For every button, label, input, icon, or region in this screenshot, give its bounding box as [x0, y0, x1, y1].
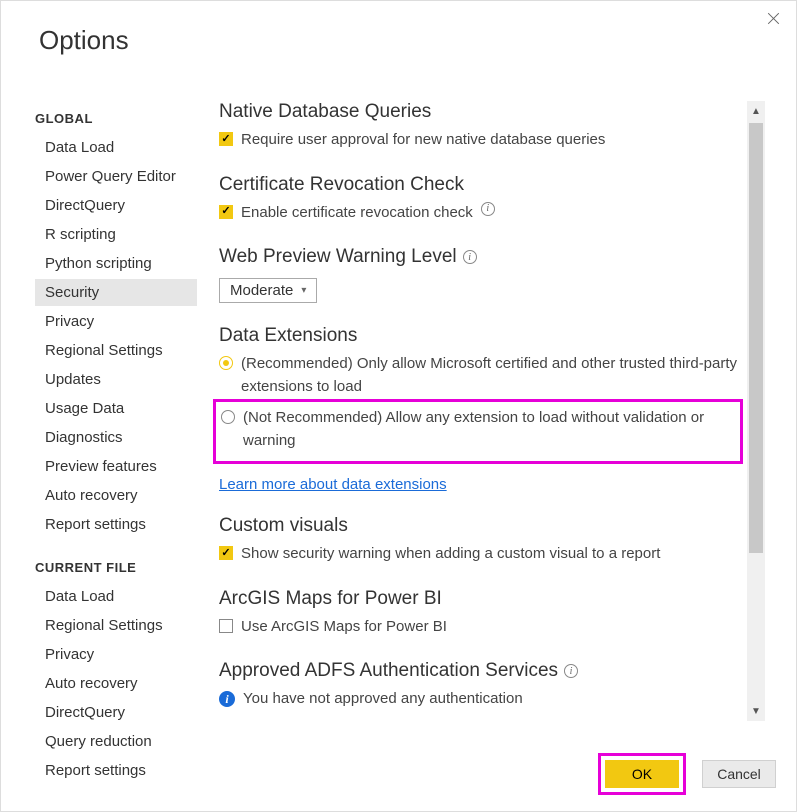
label-arcgis: Use ArcGIS Maps for Power BI	[241, 616, 447, 639]
info-icon: i	[219, 691, 235, 707]
sidebar-item-usage-data[interactable]: Usage Data	[35, 395, 197, 422]
section-data-extensions: Data Extensions (Recommended) Only allow…	[219, 325, 741, 493]
sidebar-item-directquery[interactable]: DirectQuery	[35, 192, 197, 219]
radio-recommended[interactable]	[219, 356, 233, 370]
sidebar-item-data-load[interactable]: Data Load	[35, 134, 197, 161]
info-icon[interactable]: i	[564, 664, 578, 678]
label-require-approval: Require user approval for new native dat…	[241, 129, 605, 152]
scroll-down-icon[interactable]: ▼	[747, 701, 765, 721]
label-cert-revocation: Enable certificate revocation check	[241, 202, 473, 225]
sidebar-item-cf-regional-settings[interactable]: Regional Settings	[35, 612, 197, 639]
sidebar-item-cf-query-reduction[interactable]: Query reduction	[35, 728, 197, 755]
checkbox-require-approval[interactable]	[219, 132, 233, 146]
content-pane: Native Database Queries Require user app…	[205, 101, 765, 721]
section-title-cert-revocation: Certificate Revocation Check	[219, 174, 741, 196]
radio-not-recommended[interactable]	[221, 410, 235, 424]
checkbox-cert-revocation[interactable]	[219, 205, 233, 219]
sidebar-header-global: GLOBAL	[35, 111, 197, 126]
scroll-up-icon[interactable]: ▲	[747, 101, 765, 121]
section-title-data-extensions: Data Extensions	[219, 325, 741, 347]
section-title-web-preview: Web Preview Warning Level i	[219, 246, 741, 268]
label-radio-recommended: (Recommended) Only allow Microsoft certi…	[241, 353, 741, 398]
close-icon[interactable]	[766, 11, 782, 27]
sidebar-item-r-scripting[interactable]: R scripting	[35, 221, 197, 248]
dropdown-value: Moderate	[230, 282, 293, 299]
options-dialog: Options GLOBAL Data Load Power Query Edi…	[0, 0, 797, 812]
sidebar-nav: GLOBAL Data Load Power Query Editor Dire…	[35, 101, 205, 721]
sidebar-item-security[interactable]: Security	[35, 279, 197, 306]
sidebar-item-updates[interactable]: Updates	[35, 366, 197, 393]
sidebar-item-cf-directquery[interactable]: DirectQuery	[35, 699, 197, 726]
section-adfs: Approved ADFS Authentication Services i …	[219, 660, 741, 711]
sidebar-item-cf-report-settings[interactable]: Report settings	[35, 757, 197, 784]
scroll-thumb[interactable]	[749, 123, 763, 553]
sidebar-item-regional-settings[interactable]: Regional Settings	[35, 337, 197, 364]
section-title-adfs: Approved ADFS Authentication Services i	[219, 660, 741, 682]
section-cert-revocation: Certificate Revocation Check Enable cert…	[219, 174, 741, 225]
sidebar-item-cf-data-load[interactable]: Data Load	[35, 583, 197, 610]
sidebar-item-cf-privacy[interactable]: Privacy	[35, 641, 197, 668]
label-adfs-info: You have not approved any authentication	[243, 688, 523, 711]
label-radio-not-recommended: (Not Recommended) Allow any extension to…	[243, 407, 735, 452]
sidebar-item-power-query-editor[interactable]: Power Query Editor	[35, 163, 197, 190]
highlight-not-recommended: (Not Recommended) Allow any extension to…	[215, 401, 741, 462]
sidebar-item-cf-auto-recovery[interactable]: Auto recovery	[35, 670, 197, 697]
checkbox-custom-visual-warning[interactable]	[219, 546, 233, 560]
checkbox-arcgis[interactable]	[219, 619, 233, 633]
info-icon[interactable]: i	[463, 250, 477, 264]
info-icon[interactable]: i	[481, 202, 495, 216]
section-arcgis: ArcGIS Maps for Power BI Use ArcGIS Maps…	[219, 588, 741, 639]
section-title-custom-visuals: Custom visuals	[219, 515, 741, 537]
cancel-button[interactable]: Cancel	[702, 760, 776, 788]
section-title-native-db: Native Database Queries	[219, 101, 741, 123]
sidebar-item-diagnostics[interactable]: Diagnostics	[35, 424, 197, 451]
sidebar-item-auto-recovery[interactable]: Auto recovery	[35, 482, 197, 509]
sidebar-item-preview-features[interactable]: Preview features	[35, 453, 197, 480]
dialog-title: Options	[39, 25, 129, 56]
section-web-preview: Web Preview Warning Level i Moderate ▾	[219, 246, 741, 303]
section-native-db: Native Database Queries Require user app…	[219, 101, 741, 152]
dialog-footer: OK Cancel	[600, 755, 776, 793]
highlight-ok: OK	[600, 755, 684, 793]
chevron-down-icon: ▾	[301, 285, 306, 296]
sidebar-item-report-settings[interactable]: Report settings	[35, 511, 197, 538]
section-title-arcgis: ArcGIS Maps for Power BI	[219, 588, 741, 610]
dropdown-web-preview-level[interactable]: Moderate ▾	[219, 278, 317, 303]
ok-button[interactable]: OK	[605, 760, 679, 788]
sidebar-item-python-scripting[interactable]: Python scripting	[35, 250, 197, 277]
scrollbar[interactable]: ▲ ▼	[747, 101, 765, 721]
sidebar-item-privacy[interactable]: Privacy	[35, 308, 197, 335]
link-learn-data-extensions[interactable]: Learn more about data extensions	[219, 476, 447, 493]
section-custom-visuals: Custom visuals Show security warning whe…	[219, 515, 741, 566]
dialog-body: GLOBAL Data Load Power Query Editor Dire…	[35, 101, 765, 721]
label-custom-visual-warning: Show security warning when adding a cust…	[241, 543, 660, 566]
sidebar-header-current-file: CURRENT FILE	[35, 560, 197, 575]
